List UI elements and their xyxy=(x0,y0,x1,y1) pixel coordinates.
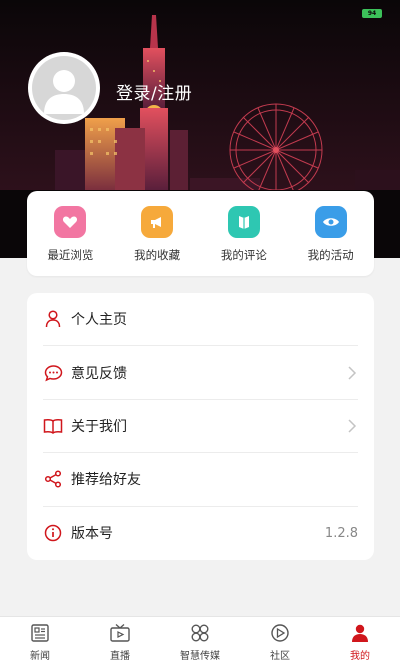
tab-community[interactable]: 社区 xyxy=(240,617,320,666)
tab-smart-media[interactable]: 智慧传媒 xyxy=(160,617,240,666)
quick-action-comments[interactable]: 我的评论 xyxy=(204,204,284,263)
quick-action-label: 我的收藏 xyxy=(134,248,181,262)
chat-bubble-icon xyxy=(43,363,63,383)
tab-label: 直播 xyxy=(110,650,130,662)
menu-item-label: 个人主页 xyxy=(71,312,127,329)
person-icon xyxy=(349,622,371,644)
play-circle-icon xyxy=(269,622,291,644)
quick-action-favorites[interactable]: 我的收藏 xyxy=(117,204,197,263)
person-silhouette-icon xyxy=(44,70,84,114)
menu-item-label: 推荐给好友 xyxy=(71,472,141,489)
quick-actions-card: 最近浏览 我的收藏 我的评论 我的活动 xyxy=(27,191,374,276)
settings-menu-card: 个人主页 意见反馈 关于我们 推荐给好友 版本号 1.2.8 xyxy=(27,293,374,560)
grid-clover-icon xyxy=(189,622,211,644)
quick-action-activities[interactable]: 我的活动 xyxy=(291,204,371,263)
login-register-link[interactable]: 登录/注册 xyxy=(116,79,192,104)
tab-label: 智慧传媒 xyxy=(180,650,220,662)
open-book-icon xyxy=(43,416,63,436)
quick-action-label: 我的评论 xyxy=(220,248,267,262)
eye-icon xyxy=(314,206,347,238)
quick-action-recent[interactable]: 最近浏览 xyxy=(30,204,110,263)
battery-indicator: 94 xyxy=(362,9,382,18)
info-icon xyxy=(43,523,63,543)
chevron-right-icon xyxy=(348,419,357,433)
menu-item-label: 版本号 xyxy=(71,526,113,543)
quick-action-label: 最近浏览 xyxy=(47,248,94,262)
tv-icon xyxy=(109,622,131,644)
version-number: 1.2.8 xyxy=(324,525,358,541)
chevron-right-icon xyxy=(348,366,357,380)
menu-item-share[interactable]: 推荐给好友 xyxy=(43,453,358,507)
menu-item-label: 关于我们 xyxy=(71,418,127,435)
default-avatar-placeholder xyxy=(32,56,96,120)
book-icon xyxy=(227,206,260,238)
tab-news[interactable]: 新闻 xyxy=(0,617,80,666)
tab-label: 新闻 xyxy=(30,650,50,662)
user-icon xyxy=(43,309,63,329)
tab-mine[interactable]: 我的 xyxy=(320,617,400,666)
newspaper-icon xyxy=(29,622,51,644)
menu-item-profile[interactable]: 个人主页 xyxy=(43,293,358,347)
share-icon xyxy=(43,469,63,489)
tab-label: 社区 xyxy=(270,650,290,662)
menu-item-label: 意见反馈 xyxy=(71,365,127,382)
heart-icon xyxy=(54,206,87,238)
menu-item-about[interactable]: 关于我们 xyxy=(43,400,358,454)
bottom-tab-bar: 新闻 直播 智慧传媒 社区 我的 xyxy=(0,616,400,666)
avatar[interactable] xyxy=(28,52,100,124)
menu-item-feedback[interactable]: 意见反馈 xyxy=(43,346,358,400)
tab-label: 我的 xyxy=(350,650,370,662)
megaphone-icon xyxy=(141,206,174,238)
quick-action-label: 我的活动 xyxy=(307,248,354,262)
tab-live[interactable]: 直播 xyxy=(80,617,160,666)
menu-item-version: 版本号 1.2.8 xyxy=(43,507,358,560)
